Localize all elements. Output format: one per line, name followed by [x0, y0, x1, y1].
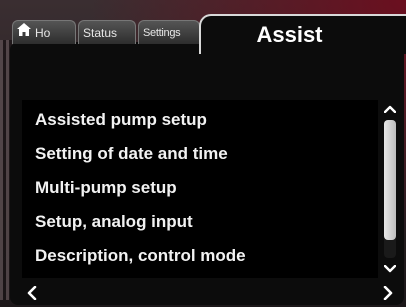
menu-scrollbar[interactable] — [382, 100, 398, 278]
scroll-track[interactable] — [384, 120, 396, 258]
tab-assist-label: Assist — [256, 22, 323, 47]
tab-settings[interactable]: Settings — [138, 20, 200, 44]
menu-item-assisted-pump-setup[interactable]: Assisted pump setup — [35, 108, 207, 132]
tab-settings-label: Settings — [143, 27, 181, 39]
chevron-up-icon[interactable] — [382, 102, 398, 116]
menu-item-control-mode[interactable]: Description, control mode — [35, 244, 246, 268]
assist-menu-list: Assisted pump setup Setting of date and … — [22, 100, 378, 278]
scroll-thumb[interactable] — [384, 120, 396, 240]
chevron-right-icon[interactable] — [378, 284, 398, 302]
tab-status[interactable]: Status — [78, 20, 136, 44]
tab-status-label: Status — [83, 26, 118, 40]
chevron-down-icon[interactable] — [382, 262, 398, 276]
chevron-left-icon[interactable] — [22, 284, 42, 302]
home-icon — [17, 21, 31, 44]
tab-home[interactable]: Ho — [12, 20, 76, 44]
tab-home-label: Ho — [35, 26, 51, 40]
tab-assist[interactable]: Assist — [199, 14, 406, 54]
menu-item-date-time[interactable]: Setting of date and time — [35, 142, 228, 166]
menu-item-analog-input[interactable]: Setup, analog input — [35, 210, 193, 234]
menu-item-multi-pump-setup[interactable]: Multi-pump setup — [35, 176, 177, 200]
